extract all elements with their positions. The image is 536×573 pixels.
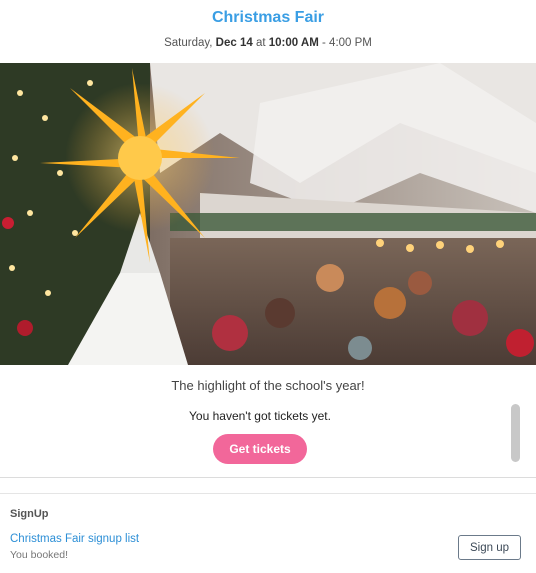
event-title: Christmas Fair [211, 9, 325, 26]
event-start-time: 10:00 AM [268, 37, 319, 49]
get-tickets-button[interactable]: Get tickets [213, 434, 307, 464]
event-tagline: The highlight of the school's year! [171, 378, 365, 393]
signup-list-link[interactable]: Christmas Fair signup list [10, 533, 139, 545]
signup-section-title: SignUp [10, 508, 49, 520]
event-date: Dec 14 [215, 37, 253, 49]
event-header: Christmas Fair Saturday, Dec 14 at 10:00… [0, 0, 536, 63]
event-end-time: - 4:00 PM [318, 37, 372, 49]
divider [0, 477, 536, 478]
date-prefix: Saturday, [164, 37, 216, 49]
date-at: at [252, 37, 269, 49]
event-datetime: Saturday, Dec 14 at 10:00 AM - 4:00 PM [0, 36, 536, 50]
sign-up-button[interactable]: Sign up [458, 535, 521, 560]
scrollbar-thumb[interactable] [511, 404, 520, 462]
booking-status: You booked! [10, 549, 69, 561]
divider [0, 493, 536, 494]
event-hero-image [0, 63, 536, 365]
ticket-status: You haven't got tickets yet. [189, 409, 331, 423]
